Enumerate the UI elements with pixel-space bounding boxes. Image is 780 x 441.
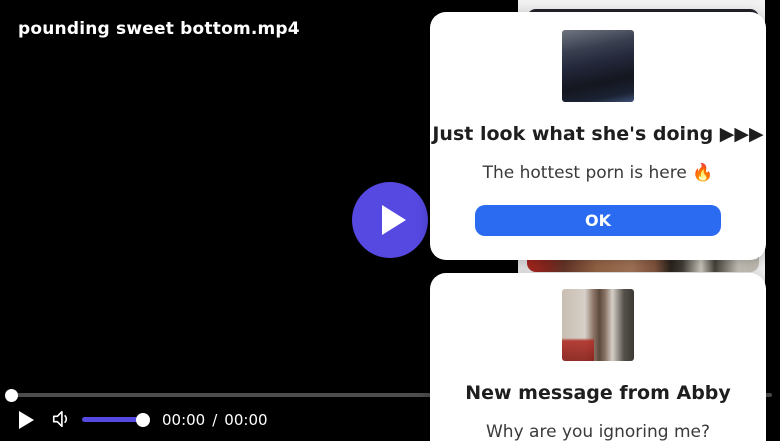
video-title: pounding sweet bottom.mp4	[18, 19, 300, 39]
volume-fill	[82, 417, 143, 422]
thumbnail-image-placeholder	[527, 258, 759, 272]
play-icon	[19, 411, 34, 429]
speaker-icon	[50, 409, 72, 429]
time-display: 00:00 / 00:00	[162, 411, 268, 429]
volume-thumb[interactable]	[136, 413, 150, 427]
ok-button[interactable]: OK	[475, 205, 721, 236]
play-triangle-icon	[382, 205, 406, 235]
popup-thumbnail-image[interactable]	[562, 289, 634, 361]
popup-thumbnail-image[interactable]	[562, 30, 634, 102]
current-time: 00:00	[162, 411, 205, 429]
time-separator: /	[212, 411, 217, 429]
mute-button[interactable]	[50, 409, 72, 429]
page: pounding sweet bottom.mp4 00:00 / 00:00	[0, 0, 780, 441]
big-play-button[interactable]	[352, 182, 428, 258]
volume-slider[interactable]	[82, 417, 150, 422]
progress-thumb[interactable]	[5, 389, 18, 402]
popup-subtext: The hottest porn is here 🔥	[430, 163, 766, 183]
ad-popup-hottest-porn[interactable]: Just look what she's doing ▶▶▶ The hotte…	[430, 12, 766, 260]
play-button[interactable]	[19, 410, 37, 429]
duration: 00:00	[224, 411, 267, 429]
popup-heading: Just look what she's doing ▶▶▶	[430, 123, 766, 146]
popup-subtext: Why are you ignoring me?	[430, 422, 766, 441]
popup-heading: New message from Abby	[430, 382, 766, 405]
ad-popup-new-message[interactable]: New message from Abby Why are you ignori…	[430, 273, 766, 441]
